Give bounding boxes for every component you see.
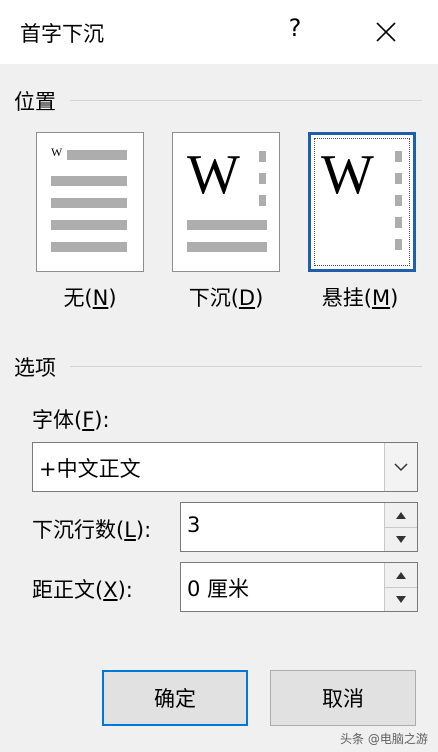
close-icon <box>376 22 396 42</box>
position-option-none[interactable]: W <box>36 132 144 272</box>
dialog-title: 首字下沉 <box>20 22 104 46</box>
font-dropdown-button[interactable] <box>384 443 417 491</box>
large-letter-sample: W <box>187 144 240 206</box>
help-button[interactable]: ? <box>280 14 310 42</box>
close-button[interactable] <box>364 12 408 52</box>
text-line <box>187 242 267 252</box>
distance-increment[interactable] <box>385 563 417 588</box>
text-line <box>187 220 267 230</box>
drop-lines-decrement[interactable] <box>385 527 417 551</box>
position-dropped-preview: W <box>172 132 280 272</box>
position-margin-preview: W <box>308 132 416 272</box>
triangle-down-icon <box>396 535 406 543</box>
text-line <box>395 217 402 228</box>
position-option-dropped[interactable]: W <box>172 132 280 272</box>
large-letter-sample: W <box>321 144 374 206</box>
text-line <box>51 242 127 252</box>
small-letter-sample: W <box>51 145 63 159</box>
triangle-up-icon <box>396 511 406 519</box>
font-label: 字体(F): <box>32 408 110 432</box>
text-line <box>51 176 127 186</box>
font-select-value: +中文正文 <box>39 457 141 481</box>
drop-lines-spin-buttons <box>384 503 417 551</box>
drop-lines-label: 下沉行数(L): <box>32 518 152 542</box>
text-line <box>395 239 402 250</box>
text-line <box>259 151 266 162</box>
text-line <box>395 195 402 206</box>
triangle-up-icon <box>396 571 406 579</box>
text-line <box>395 173 402 184</box>
position-none-preview: W <box>36 132 144 272</box>
title-bar: 首字下沉 ? <box>0 0 438 64</box>
text-line <box>395 151 402 162</box>
font-select[interactable]: +中文正文 <box>32 442 418 492</box>
text-line <box>51 198 127 208</box>
text-line <box>259 173 266 184</box>
position-option-margin[interactable]: W <box>308 132 416 272</box>
option-margin-label: 悬挂(M) <box>321 286 399 310</box>
drop-lines-increment[interactable] <box>385 503 417 528</box>
position-section-label: 位置 <box>14 90 56 114</box>
text-line <box>51 220 127 230</box>
drop-lines-value[interactable]: 3 <box>187 513 200 537</box>
option-none-label: 无(N) <box>63 286 117 310</box>
cancel-button[interactable]: 取消 <box>270 670 416 726</box>
text-line <box>67 150 127 160</box>
distance-spin-buttons <box>384 563 417 611</box>
distance-decrement[interactable] <box>385 587 417 611</box>
text-line <box>259 195 266 206</box>
distance-spinner[interactable]: 0 厘米 <box>180 562 418 612</box>
distance-label: 距正文(X): <box>32 578 133 602</box>
chevron-down-icon <box>394 463 408 472</box>
option-dropped-label: 下沉(D) <box>188 286 264 310</box>
triangle-down-icon <box>396 595 406 603</box>
drop-lines-spinner[interactable]: 3 <box>180 502 418 552</box>
position-divider <box>70 100 422 101</box>
distance-value[interactable]: 0 厘米 <box>187 573 249 603</box>
options-section-label: 选项 <box>14 356 56 380</box>
ok-button[interactable]: 确定 <box>102 670 248 726</box>
options-divider <box>70 366 422 367</box>
watermark-text: 头条 @电脑之游 <box>340 732 428 746</box>
